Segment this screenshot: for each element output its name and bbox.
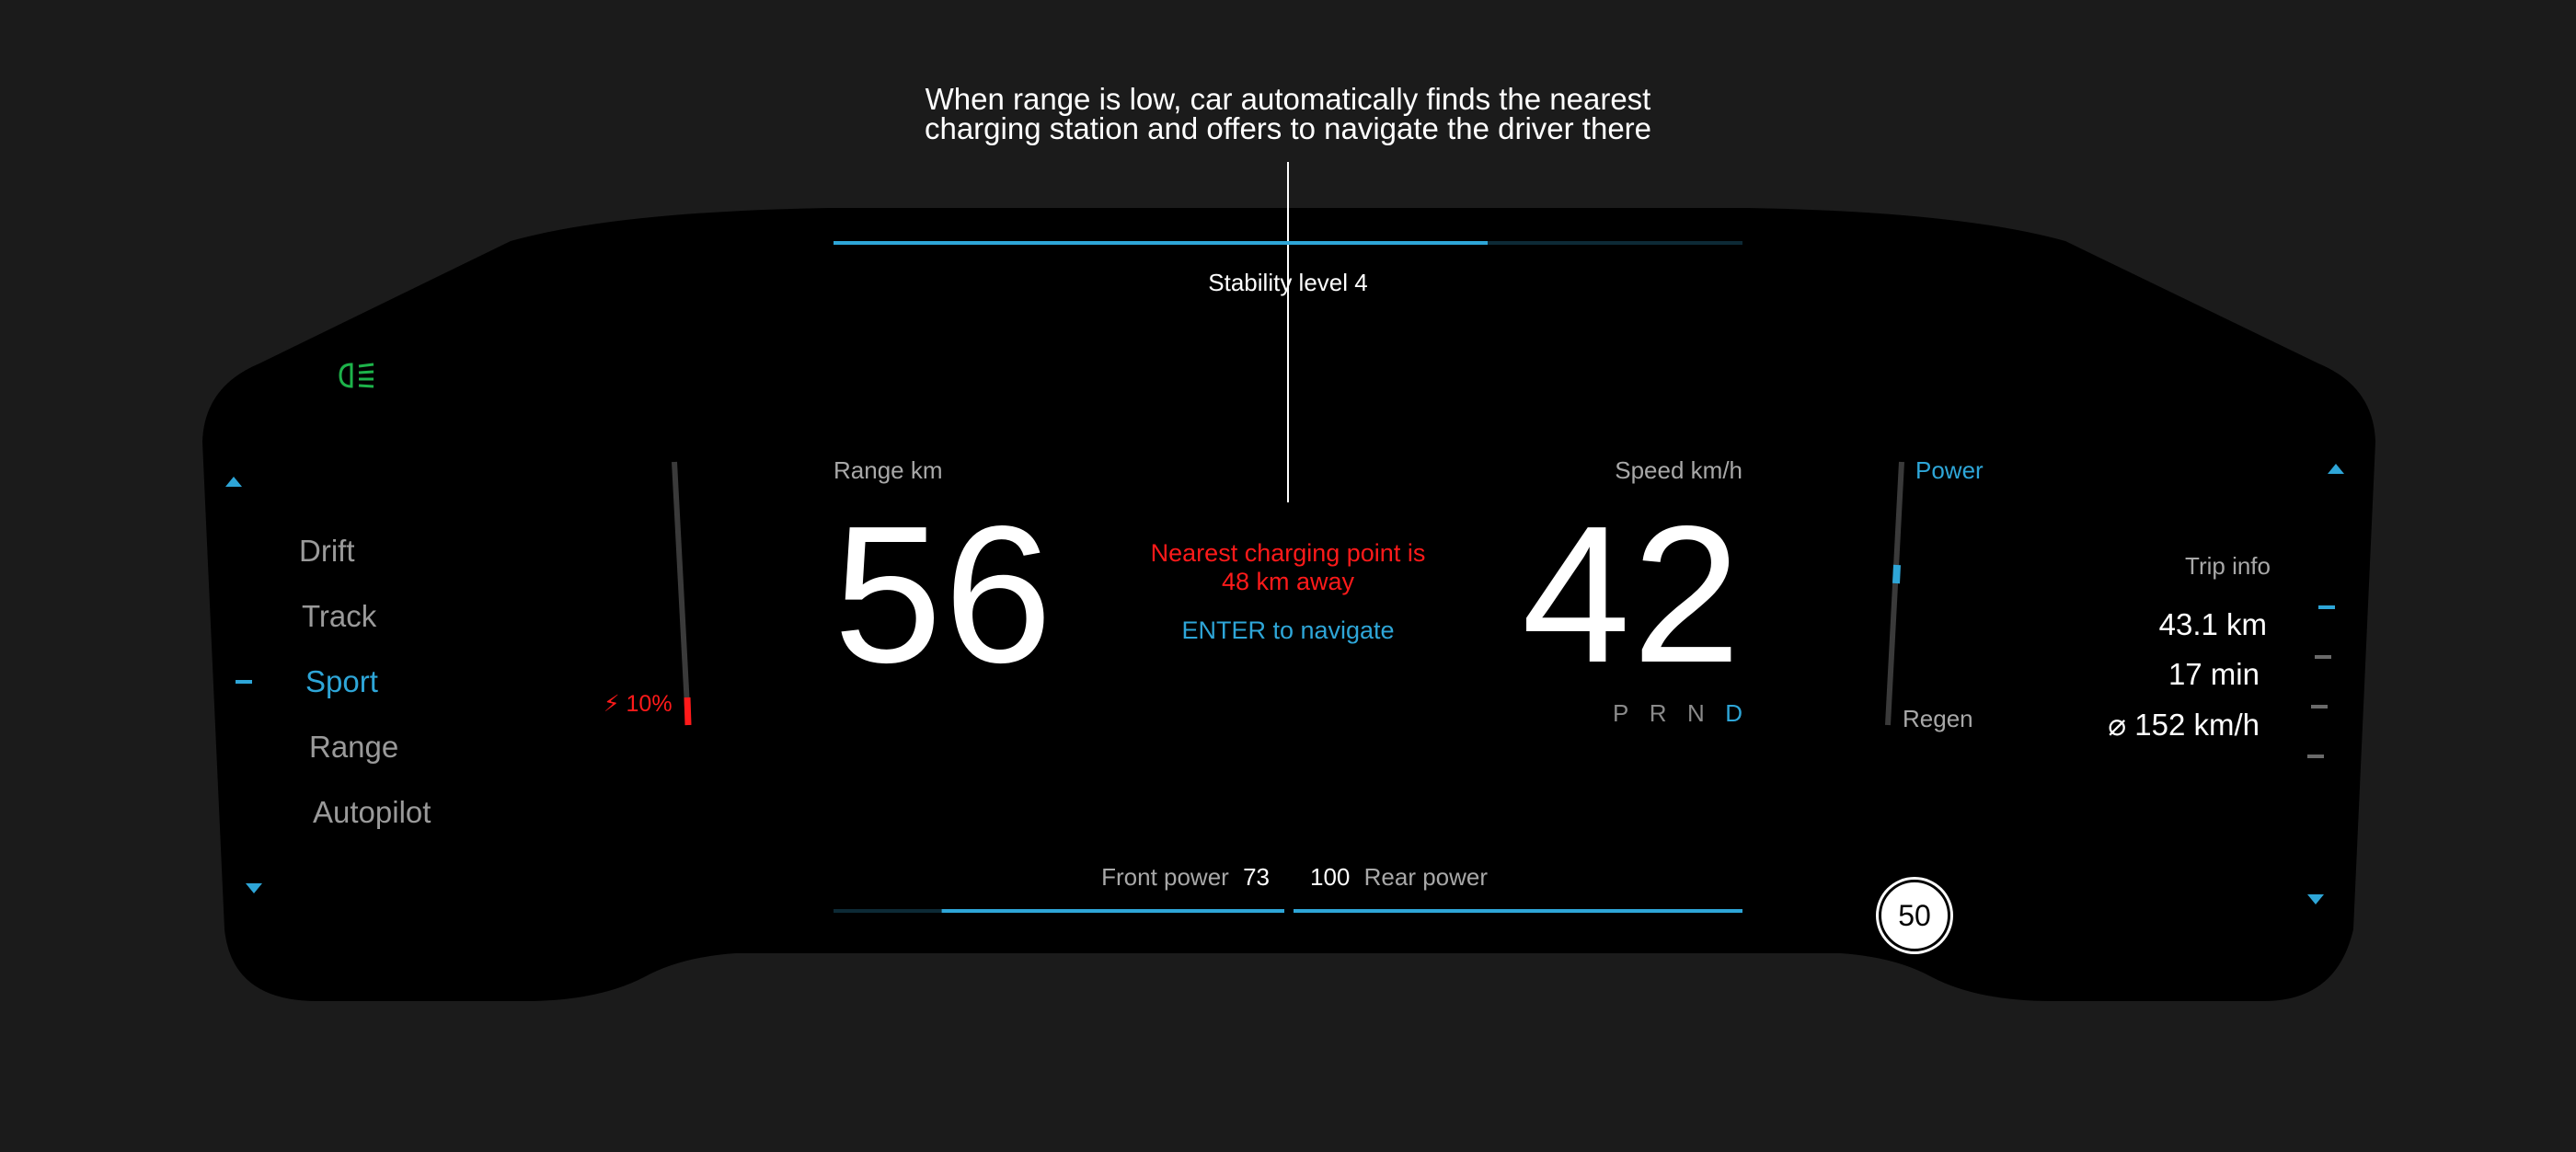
mode-item-autopilot[interactable]: Autopilot <box>313 795 431 830</box>
gear-p: P <box>1612 699 1629 727</box>
lightning-bolt-icon: ⚡︎ <box>604 691 620 717</box>
trip-info-title: Trip info <box>2185 552 2271 580</box>
trip-marker <box>2315 655 2331 659</box>
trip-marker <box>2307 755 2324 758</box>
mode-item-range[interactable]: Range <box>309 730 398 765</box>
annotation-line-2: charging station and offers to navigate … <box>924 111 1652 145</box>
gear-n: N <box>1686 699 1705 727</box>
gear-r: R <box>1649 699 1667 727</box>
regen-label: Regen <box>1903 705 1973 732</box>
battery-percent: ⚡︎ 10% <box>604 690 673 718</box>
trip-avg-speed: ⌀ 152 km/h <box>2108 708 2260 742</box>
dashboard-panel-shape <box>202 208 2375 1001</box>
mode-item-track[interactable]: Track <box>302 599 376 634</box>
trip-up-arrow-icon[interactable] <box>2328 464 2344 474</box>
stability-label: Stability level 4 <box>1208 269 1368 296</box>
battery-percent-label: 10% <box>626 691 673 717</box>
trip-marker <box>2311 705 2328 708</box>
trip-time: 17 min <box>2168 657 2260 691</box>
mode-item-sport[interactable]: Sport <box>305 664 378 699</box>
mode-selected-marker <box>236 680 252 684</box>
mode-item-drift[interactable]: Drift <box>299 534 355 569</box>
rear-power-value: 100 <box>1310 863 1351 891</box>
annotation-line-1: When range is low, car automatically fin… <box>925 82 1651 116</box>
trip-selected-marker <box>2318 605 2335 609</box>
speed-value: 42 <box>1522 485 1742 703</box>
battery-gauge-fill <box>684 697 692 726</box>
gear-selector: P R N D <box>1582 699 1742 728</box>
speed-limit-sign: 50 <box>1879 880 1950 951</box>
speed-label: Speed km/h <box>1615 456 1742 484</box>
rear-power-readout: 100 Rear power <box>1310 863 1660 892</box>
range-label: Range km <box>834 456 943 484</box>
charging-message: Nearest charging point is 48 km away <box>1104 539 1472 596</box>
mode-up-arrow-icon[interactable] <box>225 477 242 487</box>
front-power-label: Front power <box>1101 863 1229 891</box>
low-beam-headlight-icon <box>337 361 381 395</box>
stability-bar <box>834 241 1742 245</box>
trip-distance: 43.1 km <box>2158 607 2267 641</box>
power-gauge-fill <box>1892 564 1901 584</box>
charging-message-line-2: 48 km away <box>1221 568 1355 595</box>
front-power-readout: Front power 73 <box>920 863 1270 892</box>
front-power-value: 73 <box>1243 863 1270 891</box>
rear-power-label: Rear power <box>1363 863 1489 891</box>
annotation-pointer-line <box>1287 162 1289 502</box>
stability-bar-fill <box>834 241 1489 245</box>
range-value: 56 <box>834 485 1054 703</box>
power-label: Power <box>1915 456 1984 484</box>
charging-message-line-1: Nearest charging point is <box>1150 539 1426 567</box>
annotation-callout: When range is low, car automatically fin… <box>644 82 1932 145</box>
trip-down-arrow-icon[interactable] <box>2307 894 2324 904</box>
navigate-prompt[interactable]: ENTER to navigate <box>1104 616 1472 645</box>
gear-d: D <box>1725 699 1742 727</box>
mode-down-arrow-icon[interactable] <box>246 883 262 893</box>
